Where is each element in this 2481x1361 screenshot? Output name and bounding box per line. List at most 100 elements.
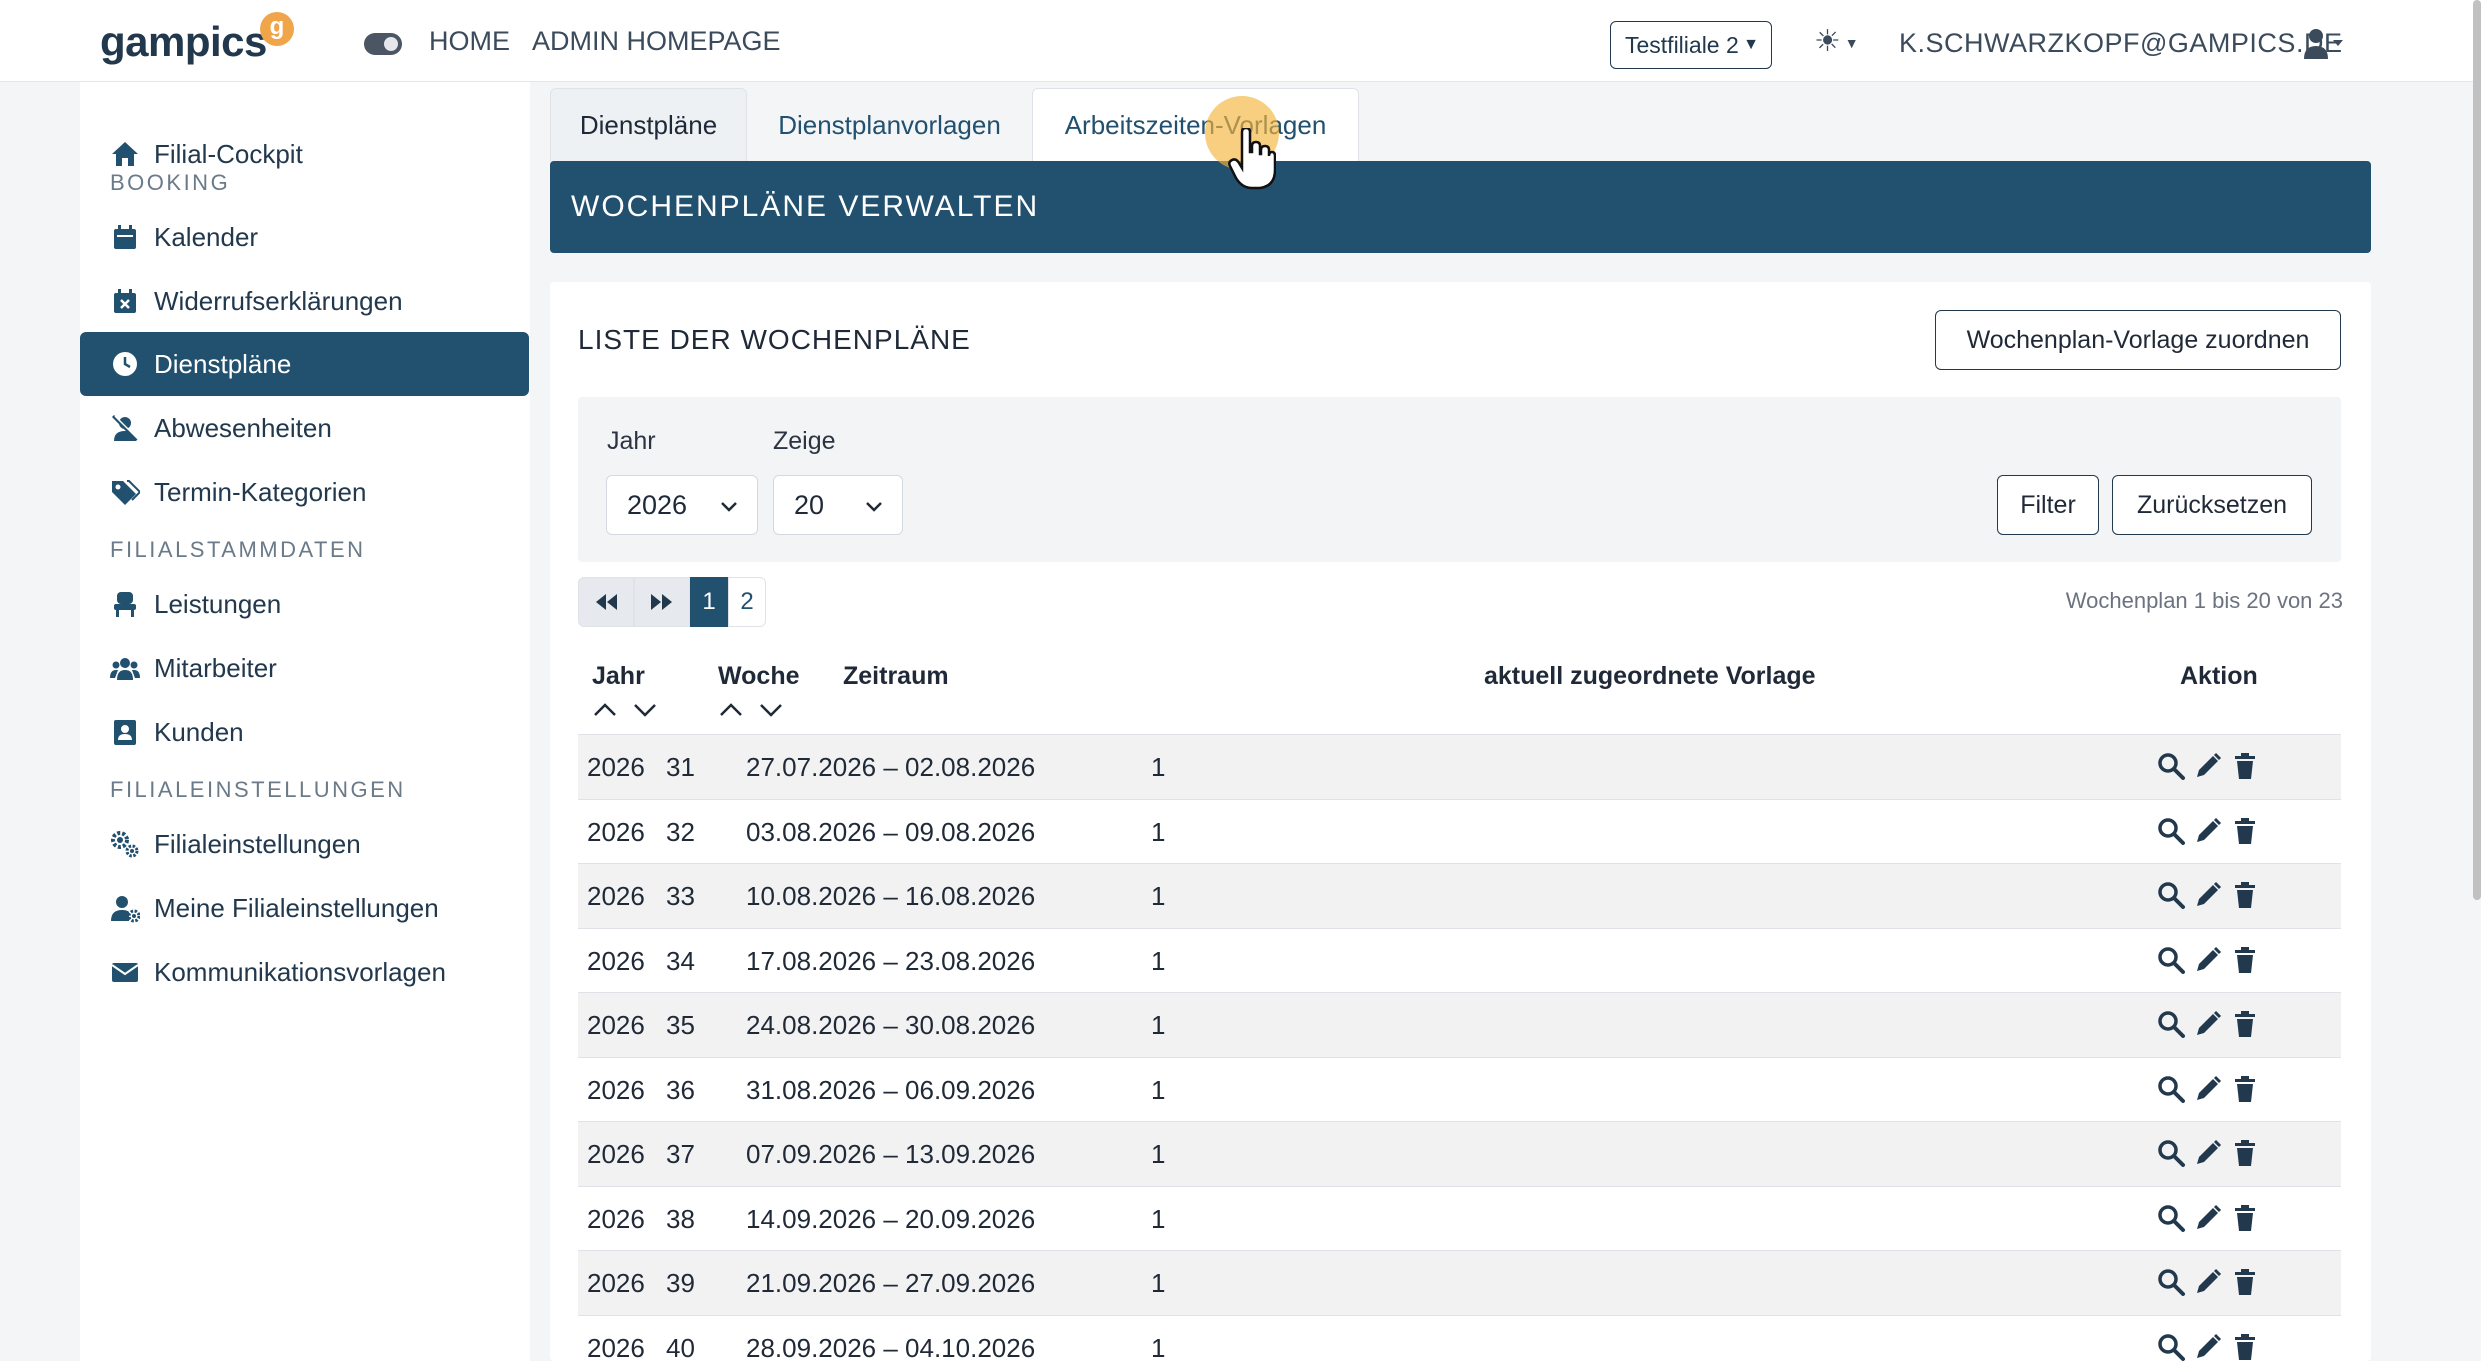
pencil-icon[interactable] — [2193, 1009, 2223, 1039]
reset-button[interactable]: Zurücksetzen — [2112, 475, 2312, 535]
column-header-template: aktuell zugeordnete Vorlage — [1484, 662, 1816, 690]
cell-period: 10.08.2026 – 16.08.2026 — [746, 881, 1036, 911]
page-size-select[interactable]: 20 — [773, 475, 903, 535]
sidebar-item-abwesenheiten[interactable]: Abwesenheiten — [80, 396, 529, 460]
trash-icon[interactable] — [2230, 1074, 2260, 1104]
trash-icon[interactable] — [2230, 945, 2260, 975]
cell-period: 24.08.2026 – 30.08.2026 — [746, 1010, 1036, 1040]
brand-logo[interactable]: gampics g — [100, 12, 294, 70]
theme-toggle-button[interactable]: ☀ ▼ — [1814, 24, 1859, 59]
search-icon[interactable] — [2156, 945, 2186, 975]
cell-template: 1 — [1151, 1139, 1166, 1169]
sidebar-item-meine-filialeinstellungen[interactable]: Meine Filialeinstellungen — [80, 876, 529, 940]
table-header: Jahr Woche Zeitraum aktuell zugeordnete … — [578, 652, 2341, 732]
trash-icon[interactable] — [2230, 1203, 2260, 1233]
user-email-menu[interactable]: K.SCHWARZKOPF@GAMPICS.DE — [1899, 28, 2342, 59]
search-icon[interactable] — [2156, 1074, 2186, 1104]
sidebar-item-leistungen[interactable]: Leistungen — [80, 572, 529, 636]
pencil-icon[interactable] — [2193, 1267, 2223, 1297]
search-icon[interactable] — [2156, 880, 2186, 910]
sort-asc-icon[interactable] — [717, 700, 745, 720]
nav-admin-homepage-link[interactable]: ADMIN HOMEPAGE — [532, 26, 781, 57]
assign-template-button[interactable]: Wochenplan-Vorlage zuordnen — [1935, 310, 2341, 370]
chair-icon — [114, 592, 136, 617]
cell-period: 03.08.2026 – 09.08.2026 — [746, 816, 1036, 847]
sidebar-item-kommunikationsvorlagen[interactable]: Kommunikationsvorlagen — [80, 940, 529, 1004]
table-row: 2026 34 17.08.2026 – 23.08.2026 1 — [578, 927, 2341, 993]
cell-period: 27.07.2026 – 02.08.2026 — [746, 752, 1036, 782]
sidebar-item-label: Mitarbeiter — [154, 652, 277, 683]
sidebar-item-dienstplaene[interactable]: Dienstpläne — [80, 332, 529, 396]
page-button-2[interactable]: 2 — [728, 577, 766, 627]
cell-week: 38 — [666, 1203, 695, 1234]
users-icon — [110, 658, 140, 680]
year-select[interactable]: 2026 — [606, 475, 758, 535]
pencil-icon[interactable] — [2193, 816, 2223, 846]
sort-asc-icon[interactable] — [591, 700, 619, 720]
page-title: WOCHENPLÄNE VERWALTEN — [550, 161, 2371, 253]
pencil-icon[interactable] — [2193, 751, 2223, 781]
search-icon[interactable] — [2156, 1203, 2186, 1233]
search-icon[interactable] — [2156, 1138, 2186, 1168]
user-icon[interactable] — [2303, 26, 2343, 60]
tab-dienstplanvorlagen[interactable]: Dienstplanvorlagen — [757, 88, 1022, 162]
trash-icon[interactable] — [2230, 1332, 2260, 1361]
logo-text: gampics — [100, 18, 267, 65]
nav-home-link[interactable]: HOME — [429, 26, 510, 57]
trash-icon[interactable] — [2230, 751, 2260, 781]
sidebar-item-termin-kategorien[interactable]: Termin-Kategorien — [80, 460, 529, 524]
table-row: 2026 35 24.08.2026 – 30.08.2026 1 — [578, 992, 2341, 1057]
sidebar-toggle[interactable] — [364, 33, 402, 55]
branch-select[interactable]: Testfiliale 2 ▼ — [1610, 21, 1772, 69]
sidebar-item-filialeinstellungen[interactable]: Filialeinstellungen — [80, 812, 529, 876]
page-scrollbar[interactable] — [2473, 0, 2481, 900]
user-slash-icon — [111, 414, 140, 442]
cell-week: 33 — [666, 881, 695, 911]
pencil-icon[interactable] — [2193, 1332, 2223, 1361]
sidebar-item-kalender[interactable]: Kalender — [80, 205, 529, 269]
cell-year: 2026 — [587, 1010, 645, 1040]
branch-select-value: Testfiliale 2 — [1625, 32, 1739, 58]
sort-desc-icon[interactable] — [631, 700, 659, 720]
search-icon[interactable] — [2156, 816, 2186, 846]
filter-button[interactable]: Filter — [1997, 475, 2099, 535]
sort-desc-icon[interactable] — [757, 700, 785, 720]
cell-template: 1 — [1151, 1203, 1166, 1234]
trash-icon[interactable] — [2230, 1267, 2260, 1297]
pencil-icon[interactable] — [2193, 880, 2223, 910]
search-icon[interactable] — [2156, 1267, 2186, 1297]
sidebar-item-kunden[interactable]: Kunden — [80, 700, 529, 764]
trash-icon[interactable] — [2230, 816, 2260, 846]
first-page-button[interactable] — [578, 577, 634, 627]
cell-year: 2026 — [587, 816, 645, 847]
sidebar-item-mitarbeiter[interactable]: Mitarbeiter — [80, 636, 529, 700]
trash-icon[interactable] — [2230, 880, 2260, 910]
show-label: Zeige — [773, 427, 836, 455]
chevron-down-icon — [866, 502, 882, 512]
page-button-1[interactable]: 1 — [690, 577, 728, 627]
pencil-icon[interactable] — [2193, 945, 2223, 975]
pencil-icon[interactable] — [2193, 1138, 2223, 1168]
cell-week: 40 — [666, 1332, 695, 1361]
last-page-button[interactable] — [634, 577, 690, 627]
cell-week: 37 — [666, 1139, 695, 1169]
trash-icon[interactable] — [2230, 1138, 2260, 1168]
search-icon[interactable] — [2156, 1332, 2186, 1361]
sidebar-item-widerrufserklaerungen[interactable]: Widerrufserklärungen — [80, 269, 529, 333]
search-icon[interactable] — [2156, 751, 2186, 781]
tab-dienstplaene[interactable]: Dienstpläne — [550, 88, 747, 162]
trash-icon[interactable] — [2230, 1009, 2260, 1039]
cell-period: 28.09.2026 – 04.10.2026 — [746, 1332, 1036, 1361]
pencil-icon[interactable] — [2193, 1074, 2223, 1104]
cell-period: 07.09.2026 – 13.09.2026 — [746, 1139, 1036, 1169]
cell-week: 34 — [666, 945, 695, 976]
user-gear-icon — [111, 896, 140, 923]
sidebar-item-label: Kommunikationsvorlagen — [154, 956, 446, 987]
calendar-x-icon — [114, 289, 136, 313]
search-icon[interactable] — [2156, 1009, 2186, 1039]
tab-arbeitszeiten-vorlagen[interactable]: Arbeitszeiten-Vorlagen — [1032, 88, 1359, 162]
cell-year: 2026 — [587, 1074, 645, 1105]
pencil-icon[interactable] — [2193, 1203, 2223, 1233]
column-header-action: Aktion — [2180, 662, 2258, 690]
table-row: 2026 40 28.09.2026 – 04.10.2026 1 — [578, 1314, 2341, 1361]
